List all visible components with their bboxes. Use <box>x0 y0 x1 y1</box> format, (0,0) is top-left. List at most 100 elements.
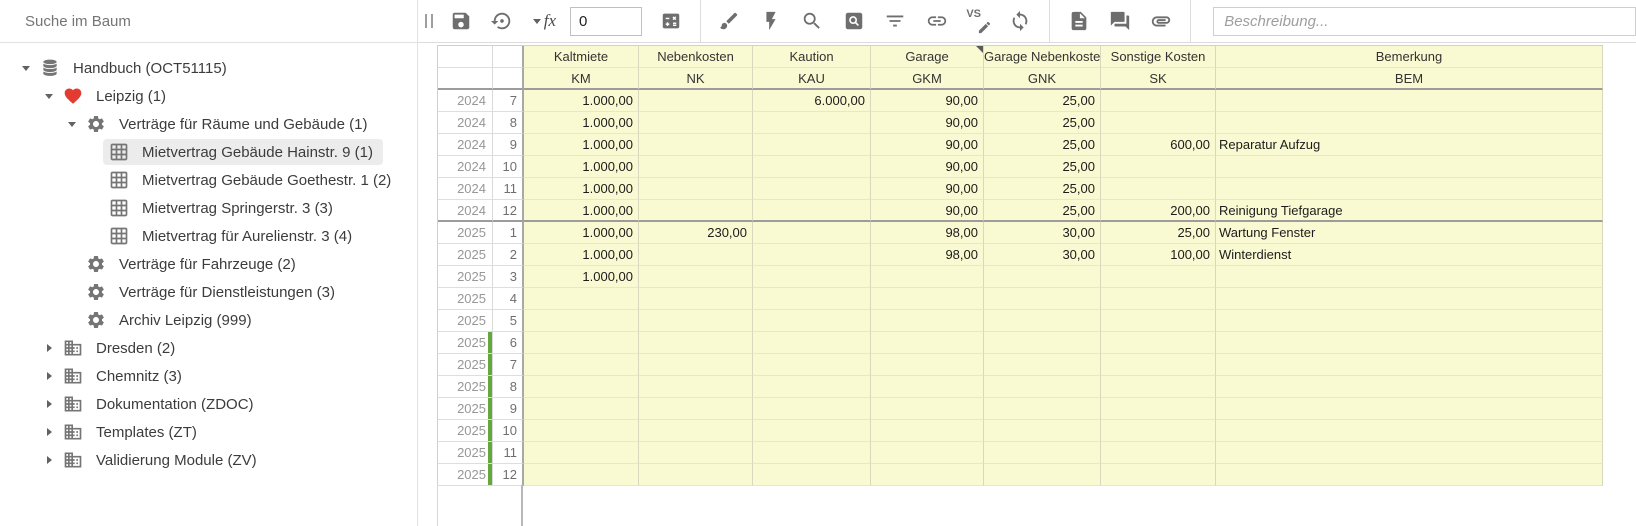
grid-cell-KM-2024-11[interactable]: 1.000,00 <box>524 178 639 200</box>
vs-edit-icon[interactable]: VS <box>966 9 990 33</box>
grid-cell-NK-2024-10[interactable] <box>639 156 753 178</box>
tree-node[interactable]: Handbuch (OCT51115) <box>34 55 237 81</box>
calculator-icon[interactable] <box>659 9 682 33</box>
tree-item[interactable]: Mietvertrag Springerstr. 3 (3) <box>0 194 417 222</box>
grid-cell-KAU-2025-9[interactable] <box>753 398 871 420</box>
grid-cell-SK-2025-6[interactable] <box>1101 332 1216 354</box>
grid-cell-NK-2025-2[interactable] <box>639 244 753 266</box>
tree-node-selected[interactable]: Mietvertrag Gebäude Hainstr. 9 (1) <box>103 139 383 165</box>
grid-cell-SK-2025-9[interactable] <box>1101 398 1216 420</box>
grid-cell-NK-2025-5[interactable] <box>639 310 753 332</box>
grid-cell-GKM-2025-7[interactable] <box>871 354 984 376</box>
grid-cell-KM-2024-10[interactable]: 1.000,00 <box>524 156 639 178</box>
grid-cell-NK-2024-12[interactable] <box>639 200 753 222</box>
tree-node[interactable]: Verträge für Dienstleistungen (3) <box>80 279 345 305</box>
grid-cell-GKM-2024-8[interactable]: 90,00 <box>871 112 984 134</box>
grid-cell-KAU-2025-7[interactable] <box>753 354 871 376</box>
grid-cell-BEM-2024-7[interactable] <box>1216 90 1603 112</box>
grid-cell-GNK-2025-3[interactable] <box>984 266 1101 288</box>
grid-cell-NK-2025-7[interactable] <box>639 354 753 376</box>
grid-cell-NK-2025-4[interactable] <box>639 288 753 310</box>
chevron-right-icon[interactable] <box>41 424 57 440</box>
tree-item[interactable]: Templates (ZT) <box>0 418 417 446</box>
tree-node[interactable]: Mietvertrag für Aurelienstr. 3 (4) <box>103 223 362 249</box>
chevron-right-icon[interactable] <box>41 368 57 384</box>
grid-cell-GNK-2025-6[interactable] <box>984 332 1101 354</box>
grid-cell-GKM-2025-9[interactable] <box>871 398 984 420</box>
grid-cell-BEM-2025-5[interactable] <box>1216 310 1603 332</box>
grid-cell-SK-2025-5[interactable] <box>1101 310 1216 332</box>
grid-cell-BEM-2024-8[interactable] <box>1216 112 1603 134</box>
grid-cell-NK-2024-8[interactable] <box>639 112 753 134</box>
grid-cell-GKM-2025-12[interactable] <box>871 464 984 486</box>
grid-cell-GKM-2025-1[interactable]: 98,00 <box>871 222 984 244</box>
grid-cell-GNK-2025-12[interactable] <box>984 464 1101 486</box>
grid-cell-KAU-2025-6[interactable] <box>753 332 871 354</box>
grid-cell-GKM-2024-10[interactable]: 90,00 <box>871 156 984 178</box>
grid-cell-GNK-2025-5[interactable] <box>984 310 1101 332</box>
grid-cell-KAU-2024-9[interactable] <box>753 134 871 156</box>
tree-item[interactable]: Verträge für Räume und Gebäude (1) <box>0 110 417 138</box>
chevron-down-icon[interactable] <box>41 88 57 104</box>
grid-cell-GKM-2025-4[interactable] <box>871 288 984 310</box>
grid-cell-GNK-2025-1[interactable]: 30,00 <box>984 222 1101 244</box>
tree-node[interactable]: Verträge für Fahrzeuge (2) <box>80 251 306 277</box>
grid-cell-GKM-2025-11[interactable] <box>871 442 984 464</box>
grid-cell-BEM-2025-6[interactable] <box>1216 332 1603 354</box>
tree-item[interactable]: Handbuch (OCT51115) <box>0 54 417 82</box>
grid-cell-GKM-2024-11[interactable]: 90,00 <box>871 178 984 200</box>
grid-cell-GKM-2025-8[interactable] <box>871 376 984 398</box>
attachment-icon[interactable] <box>1150 9 1173 33</box>
search-icon[interactable] <box>800 9 823 33</box>
box-search-icon[interactable] <box>842 9 865 33</box>
grid-cell-SK-2024-10[interactable] <box>1101 156 1216 178</box>
tree-item[interactable]: Mietvertrag Gebäude Goethestr. 1 (2) <box>0 166 417 194</box>
grid-cell-KAU-2025-11[interactable] <box>753 442 871 464</box>
grid-cell-NK-2025-1[interactable]: 230,00 <box>639 222 753 244</box>
grid-cell-SK-2025-8[interactable] <box>1101 376 1216 398</box>
grid-cell-NK-2024-7[interactable] <box>639 90 753 112</box>
sync-icon[interactable] <box>1008 9 1031 33</box>
grid-cell-SK-2025-4[interactable] <box>1101 288 1216 310</box>
chat-icon[interactable] <box>1108 9 1131 33</box>
grid-cell-KM-2025-7[interactable] <box>524 354 639 376</box>
chevron-right-icon[interactable] <box>41 452 57 468</box>
grid-cell-KAU-2024-11[interactable] <box>753 178 871 200</box>
chevron-down-icon[interactable] <box>18 60 34 76</box>
grid-cell-KM-2025-2[interactable]: 1.000,00 <box>524 244 639 266</box>
description-input[interactable] <box>1213 7 1636 36</box>
grid-cell-KM-2024-12[interactable]: 1.000,00 <box>524 200 639 222</box>
grid-cell-GKM-2025-3[interactable] <box>871 266 984 288</box>
grid-cell-KM-2024-7[interactable]: 1.000,00 <box>524 90 639 112</box>
grid-cell-NK-2025-12[interactable] <box>639 464 753 486</box>
grid-cell-KM-2025-10[interactable] <box>524 420 639 442</box>
grid-cell-SK-2025-2[interactable]: 100,00 <box>1101 244 1216 266</box>
grid-cell-BEM-2025-2[interactable]: Winterdienst <box>1216 244 1603 266</box>
tree-item[interactable]: Dokumentation (ZDOC) <box>0 390 417 418</box>
chevron-right-icon[interactable] <box>41 396 57 412</box>
tree-item[interactable]: Leipzig (1) <box>0 82 417 110</box>
grid-cell-SK-2025-11[interactable] <box>1101 442 1216 464</box>
grid-cell-KAU-2025-3[interactable] <box>753 266 871 288</box>
grid-cell-BEM-2024-12[interactable]: Reinigung Tiefgarage <box>1216 200 1603 222</box>
tree-item[interactable]: Archiv Leipzig (999) <box>0 306 417 334</box>
grid-cell-GNK-2024-10[interactable]: 25,00 <box>984 156 1101 178</box>
grid-cell-GNK-2025-4[interactable] <box>984 288 1101 310</box>
grid-cell-GNK-2024-11[interactable]: 25,00 <box>984 178 1101 200</box>
grid-cell-KAU-2024-10[interactable] <box>753 156 871 178</box>
grid-cell-KM-2025-9[interactable] <box>524 398 639 420</box>
grid-cell-KAU-2025-2[interactable] <box>753 244 871 266</box>
tree-node[interactable]: Chemnitz (3) <box>57 363 192 389</box>
tree-node[interactable]: Verträge für Räume und Gebäude (1) <box>80 111 377 137</box>
grid-cell-GNK-2025-2[interactable]: 30,00 <box>984 244 1101 266</box>
grid-cell-BEM-2025-3[interactable] <box>1216 266 1603 288</box>
tree-search-input[interactable] <box>0 0 417 42</box>
splitter-handle[interactable] <box>425 14 433 28</box>
grid-cell-GNK-2024-8[interactable]: 25,00 <box>984 112 1101 134</box>
link-icon[interactable] <box>925 9 948 33</box>
grid-cell-GKM-2024-7[interactable]: 90,00 <box>871 90 984 112</box>
grid-cell-GNK-2025-10[interactable] <box>984 420 1101 442</box>
grid-cell-GKM-2024-12[interactable]: 90,00 <box>871 200 984 222</box>
grid-cell-GKM-2025-5[interactable] <box>871 310 984 332</box>
grid-cell-NK-2025-6[interactable] <box>639 332 753 354</box>
